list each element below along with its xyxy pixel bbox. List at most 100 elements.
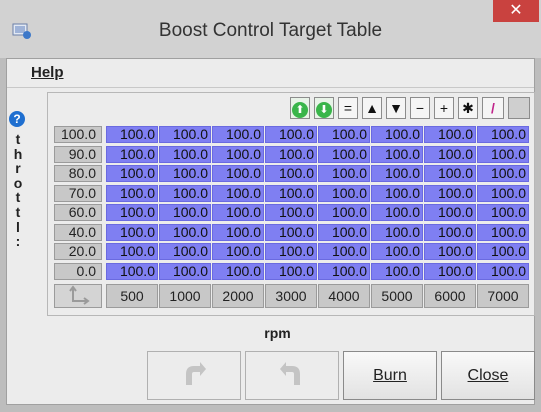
table-cell[interactable]: 100.0 (106, 223, 158, 241)
table-cell[interactable]: 100.0 (318, 165, 370, 182)
y-axis-value[interactable]: 0.0 (54, 262, 102, 280)
window-close-button[interactable]: ✕ (493, 0, 539, 22)
x-axis-value[interactable]: 4000 (318, 284, 370, 308)
decrease-icon[interactable]: ⬇ (314, 97, 334, 119)
redo-button[interactable] (245, 351, 339, 400)
table-cell[interactable]: 100.0 (212, 223, 264, 241)
table-cell[interactable]: 100.0 (424, 223, 476, 241)
table-cell[interactable]: 100.0 (371, 126, 423, 143)
table-cell[interactable]: 100.0 (477, 243, 529, 260)
increase-icon[interactable]: ⬆ (290, 97, 310, 119)
table-cell[interactable]: 100.0 (477, 184, 529, 202)
table-cell[interactable]: 100.0 (212, 165, 264, 182)
x-axis-value[interactable]: 500 (106, 284, 158, 308)
table-cell[interactable]: 100.0 (477, 204, 529, 221)
x-axis-value[interactable]: 7000 (477, 284, 529, 308)
table-cell[interactable]: 100.0 (106, 204, 158, 221)
table-cell[interactable]: 100.0 (265, 126, 317, 143)
table-cell[interactable]: 100.0 (212, 243, 264, 260)
table-cell[interactable]: 100.0 (371, 184, 423, 202)
table-cell[interactable]: 100.0 (159, 126, 211, 143)
table-cell[interactable]: 100.0 (106, 126, 158, 143)
y-axis-value[interactable]: 60.0 (54, 204, 102, 221)
x-axis-value[interactable]: 2000 (212, 284, 264, 308)
table-cell[interactable]: 100.0 (265, 145, 317, 163)
table-cell[interactable]: 100.0 (371, 204, 423, 221)
pencil-icon[interactable]: / (482, 97, 504, 119)
plus-button[interactable]: + (434, 97, 454, 119)
table-cell[interactable]: 100.0 (265, 243, 317, 260)
x-axis-value[interactable]: 6000 (424, 284, 476, 308)
table-cell[interactable]: 100.0 (477, 145, 529, 163)
table-cell[interactable]: 100.0 (106, 243, 158, 260)
table-cell[interactable]: 100.0 (477, 126, 529, 143)
table-cell[interactable]: 100.0 (371, 243, 423, 260)
decrease-icon: ⬇ (316, 102, 332, 118)
table-cell[interactable]: 100.0 (212, 204, 264, 221)
table-cell[interactable]: 100.0 (424, 243, 476, 260)
menu-help[interactable]: Help (31, 64, 64, 81)
undo-button[interactable] (147, 351, 241, 400)
set-equal-button[interactable]: = (338, 97, 358, 119)
table-cell[interactable]: 100.0 (424, 184, 476, 202)
table-cell[interactable]: 100.0 (159, 262, 211, 280)
table-cell[interactable]: 100.0 (477, 223, 529, 241)
redo-icon (280, 362, 300, 385)
y-axis-value[interactable]: 90.0 (54, 145, 102, 163)
x-axis-value[interactable]: 3000 (265, 284, 317, 308)
table-cell[interactable]: 100.0 (318, 126, 370, 143)
y-axis-value[interactable]: 80.0 (54, 165, 102, 182)
table-cell[interactable]: 100.0 (424, 165, 476, 182)
table-cell[interactable]: 100.0 (371, 145, 423, 163)
multiply-button[interactable]: ✱ (458, 97, 478, 119)
x-axis-value[interactable]: 5000 (371, 284, 423, 308)
table-cell[interactable]: 100.0 (318, 145, 370, 163)
table-cell[interactable]: 100.0 (318, 223, 370, 241)
table-cell[interactable]: 100.0 (159, 243, 211, 260)
table-cell[interactable]: 100.0 (371, 165, 423, 182)
table-cell[interactable]: 100.0 (265, 165, 317, 182)
table-cell[interactable]: 100.0 (159, 145, 211, 163)
table-cell[interactable]: 100.0 (265, 223, 317, 241)
table-cell[interactable]: 100.0 (424, 126, 476, 143)
x-axis-value[interactable]: 1000 (159, 284, 211, 308)
table-cell[interactable]: 100.0 (159, 223, 211, 241)
table-cell[interactable]: 100.0 (318, 184, 370, 202)
minus-button[interactable]: − (410, 97, 430, 119)
table-cell[interactable]: 100.0 (318, 262, 370, 280)
table-cell[interactable]: 100.0 (212, 184, 264, 202)
table-cell[interactable]: 100.0 (265, 204, 317, 221)
table-cell[interactable]: 100.0 (318, 243, 370, 260)
color-swatch-button[interactable] (508, 97, 530, 119)
table-cell[interactable]: 100.0 (159, 184, 211, 202)
table-cell[interactable]: 100.0 (265, 262, 317, 280)
table-cell[interactable]: 100.0 (159, 165, 211, 182)
table-cell[interactable]: 100.0 (424, 145, 476, 163)
table-cell[interactable]: 100.0 (371, 262, 423, 280)
table-cell[interactable]: 100.0 (477, 165, 529, 182)
table-cell[interactable]: 100.0 (212, 145, 264, 163)
table-cell[interactable]: 100.0 (106, 262, 158, 280)
y-axis-value[interactable]: 70.0 (54, 184, 102, 202)
table-cell[interactable]: 100.0 (212, 126, 264, 143)
table-cell[interactable]: 100.0 (424, 204, 476, 221)
y-axis-value[interactable]: 40.0 (54, 223, 102, 241)
shift-down-button[interactable]: ▼ (386, 97, 406, 119)
table-cell[interactable]: 100.0 (265, 184, 317, 202)
shift-up-button[interactable]: ▲ (362, 97, 382, 119)
y-axis-value[interactable]: 100.0 (54, 126, 102, 143)
table-cell[interactable]: 100.0 (159, 204, 211, 221)
table-cell[interactable]: 100.0 (106, 145, 158, 163)
table-cell[interactable]: 100.0 (106, 165, 158, 182)
table-cell[interactable]: 100.0 (106, 184, 158, 202)
close-button[interactable]: Close (441, 351, 535, 400)
dialog-body: Help ? throttl: ⬆ ⬇ = ▲ ▼ − + ✱/ 100.0 100.0 100.… (6, 58, 535, 405)
help-icon[interactable]: ? (9, 111, 25, 127)
table-cell[interactable]: 100.0 (477, 262, 529, 280)
table-cell[interactable]: 100.0 (424, 262, 476, 280)
table-cell[interactable]: 100.0 (212, 262, 264, 280)
y-axis-value[interactable]: 20.0 (54, 243, 102, 260)
burn-button[interactable]: Burn (343, 351, 437, 400)
table-cell[interactable]: 100.0 (371, 223, 423, 241)
table-cell[interactable]: 100.0 (318, 204, 370, 221)
